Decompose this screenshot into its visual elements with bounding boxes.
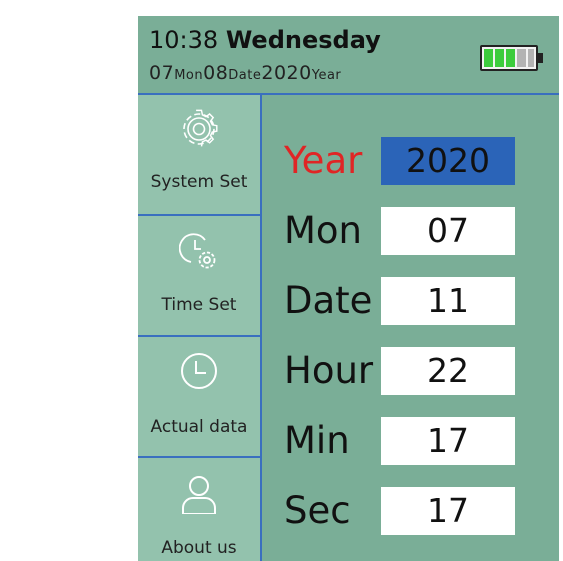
sidebar-item-time-set[interactable]: Time Set xyxy=(138,216,260,337)
time-display: 10:38 Wednesday xyxy=(149,26,381,54)
battery-cell xyxy=(506,49,515,67)
field-label-minute: Min xyxy=(284,419,350,462)
sidebar-item-system-set[interactable]: System Set xyxy=(138,95,260,216)
battery-terminal xyxy=(538,53,543,63)
sidebar-item-label: Actual data xyxy=(150,417,248,437)
battery-cell xyxy=(528,49,534,67)
date-value: 08 xyxy=(203,62,229,84)
month-field[interactable]: 07 xyxy=(381,207,515,255)
month-value: 07 xyxy=(149,62,175,84)
date-display: 07Mon08Date2020Year xyxy=(149,62,341,84)
date-unit: Date xyxy=(228,68,262,83)
minute-field[interactable]: 17 xyxy=(381,417,515,465)
status-header: 10:38 Wednesday 07Mon08Date2020Year xyxy=(138,16,559,95)
sidebar-item-about-us[interactable]: About us xyxy=(138,458,260,561)
clock-time: 10:38 xyxy=(149,26,219,54)
sidebar-item-label: System Set xyxy=(150,172,248,192)
field-label-second: Sec xyxy=(284,489,351,532)
clock-icon xyxy=(181,353,217,389)
field-label-hour: Hour xyxy=(284,349,374,392)
user-icon xyxy=(182,476,216,514)
second-field[interactable]: 17 xyxy=(381,487,515,535)
year-field[interactable]: 2020 xyxy=(381,137,515,185)
year-unit: Year xyxy=(311,68,342,83)
month-unit: Mon xyxy=(174,68,204,83)
battery-cell xyxy=(484,49,493,67)
weekday: Wednesday xyxy=(225,26,381,54)
year-value: 2020 xyxy=(261,62,312,84)
clock-gear-icon xyxy=(179,233,216,269)
sidebar-item-label: About us xyxy=(161,538,237,558)
field-label-date: Date xyxy=(284,279,373,322)
sidebar-item-actual-data[interactable]: Actual data xyxy=(138,337,260,458)
battery-icon xyxy=(480,45,543,71)
gear-icon xyxy=(183,109,218,147)
sidebar-item-label: Time Set xyxy=(161,295,237,315)
field-label-year: Year xyxy=(284,139,363,182)
hour-field[interactable]: 22 xyxy=(381,347,515,395)
battery-cell xyxy=(495,49,504,67)
field-label-month: Mon xyxy=(284,209,363,252)
battery-cell xyxy=(517,49,526,67)
device-screen: 10:38 Wednesday 07Mon08Date2020Year Syst… xyxy=(138,16,559,561)
sidebar-nav: System Set Time Set Actual data About us xyxy=(138,95,262,561)
date-field[interactable]: 11 xyxy=(381,277,515,325)
